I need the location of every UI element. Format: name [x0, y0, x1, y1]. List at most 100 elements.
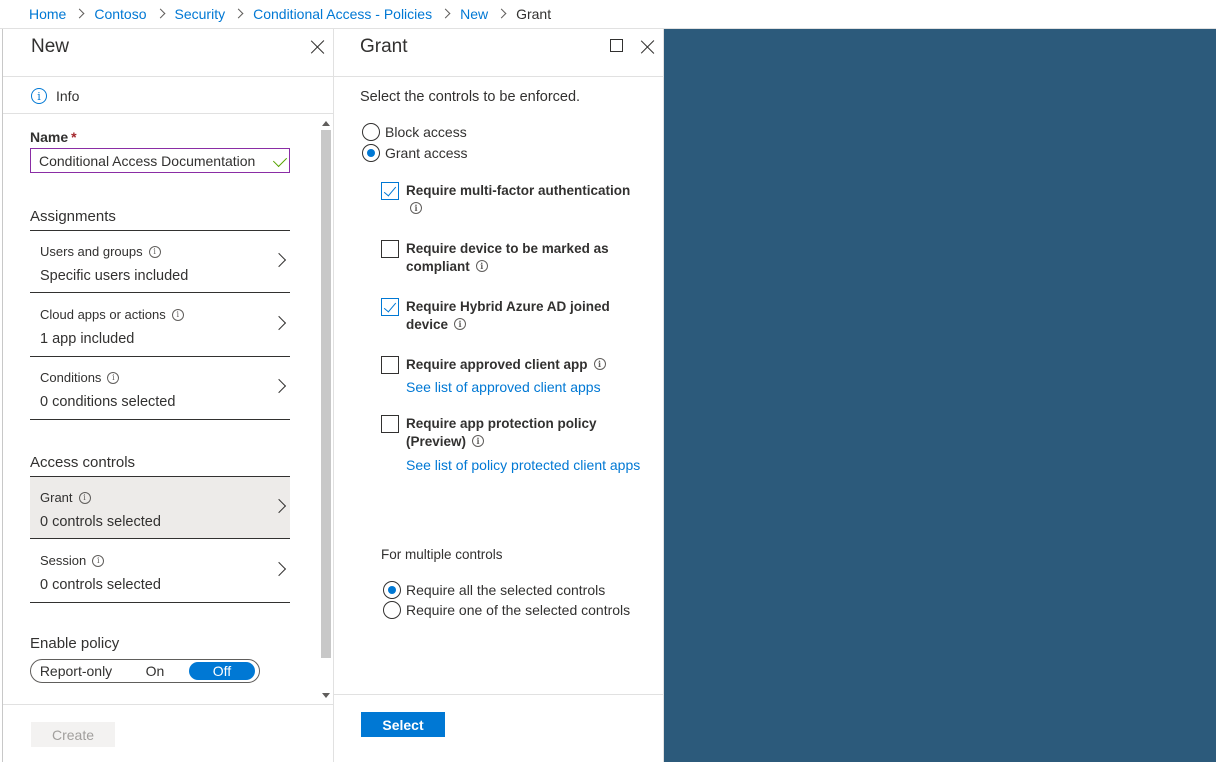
- policy-form: Name * Conditional Access Documentation A…: [3, 114, 333, 702]
- required-marker: *: [71, 129, 77, 145]
- radio-button: [362, 144, 380, 162]
- nav-item-value: 0 controls selected: [40, 514, 161, 530]
- divider: [334, 76, 664, 77]
- divider: [334, 694, 664, 695]
- radio-label: Require all the selected controls: [406, 582, 606, 598]
- hybrid-joined-checkbox-row[interactable]: Require Hybrid Azure AD joined device i: [381, 298, 651, 338]
- checkbox[interactable]: [381, 298, 399, 316]
- chevron-right-icon: [234, 7, 244, 21]
- nav-item-value: 1 app included: [40, 331, 135, 347]
- app-protection-checkbox-row[interactable]: Require app protection policy (Preview) i…: [381, 415, 651, 477]
- radio-button: [383, 601, 401, 619]
- valid-check-icon: [272, 152, 288, 168]
- info-icon: i: [475, 260, 488, 273]
- session-item[interactable]: Session i 0 controls selected: [30, 540, 290, 603]
- info-icon: i: [171, 308, 184, 321]
- chevron-right-icon: [271, 378, 287, 394]
- scroll-down-icon[interactable]: [322, 693, 330, 698]
- name-input[interactable]: Conditional Access Documentation: [30, 148, 290, 173]
- info-icon: i: [92, 554, 105, 567]
- close-icon[interactable]: [310, 39, 326, 55]
- approved-apps-link[interactable]: See list of approved client apps: [406, 379, 601, 395]
- checkbox-label: Require app protection policy (Preview) i: [406, 416, 597, 449]
- block-access-radio[interactable]: Block access: [362, 123, 467, 141]
- chevron-right-icon: [497, 7, 507, 21]
- blade-title: New: [31, 36, 70, 57]
- checkbox-label: Require Hybrid Azure AD joined device i: [406, 299, 610, 332]
- instruction-text: Select the controls to be enforced.: [360, 89, 581, 105]
- nav-item-title: Users and groups i: [40, 244, 161, 259]
- checkbox[interactable]: [381, 356, 399, 374]
- info-icon: i: [454, 318, 467, 331]
- chevron-right-icon: [271, 561, 287, 577]
- approved-app-checkbox-row[interactable]: Require approved client app i See list of…: [381, 356, 651, 400]
- breadcrumb-contoso[interactable]: Contoso: [94, 6, 146, 22]
- checkbox[interactable]: [381, 182, 399, 200]
- nav-item-title: Cloud apps or actions i: [40, 307, 184, 322]
- nav-item-value: 0 conditions selected: [40, 394, 176, 410]
- scrollbar[interactable]: [319, 114, 332, 702]
- info-icon: i: [107, 371, 120, 384]
- chevron-right-icon: [271, 498, 287, 514]
- maximize-icon[interactable]: [610, 39, 623, 52]
- checkbox[interactable]: [381, 240, 399, 258]
- checkbox-label: Require multi-factor authentication i: [406, 183, 631, 215]
- require-all-radio[interactable]: Require all the selected controls: [383, 581, 605, 599]
- checkbox[interactable]: [381, 415, 399, 433]
- nav-item-title: Grant i: [40, 490, 91, 505]
- info-link[interactable]: i Info: [31, 88, 79, 104]
- toggle-report-only[interactable]: Report-only: [31, 663, 121, 679]
- nav-item-value: Specific users included: [40, 268, 189, 284]
- create-button[interactable]: Create: [31, 722, 115, 747]
- require-one-radio[interactable]: Require one of the selected controls: [383, 601, 630, 619]
- compliant-device-checkbox-row[interactable]: Require device to be marked as compliant…: [381, 240, 651, 280]
- info-icon: i: [410, 202, 422, 215]
- chevron-right-icon: [271, 315, 287, 331]
- chevron-right-icon: [156, 7, 166, 21]
- breadcrumb-current: Grant: [516, 6, 552, 22]
- chevron-right-icon: [441, 7, 451, 21]
- nav-item-title: Session i: [40, 553, 105, 568]
- grant-access-radio[interactable]: Grant access: [362, 144, 467, 162]
- cloud-apps-item[interactable]: Cloud apps or actions i 1 app included: [30, 294, 290, 357]
- name-input-value: Conditional Access Documentation: [39, 152, 256, 169]
- conditions-item[interactable]: Conditions i 0 conditions selected: [30, 357, 290, 420]
- radio-button: [383, 581, 401, 599]
- breadcrumb-policies[interactable]: Conditional Access - Policies: [253, 6, 432, 22]
- nav-item-value: 0 controls selected: [40, 577, 161, 593]
- info-label: Info: [56, 88, 80, 104]
- breadcrumb-security[interactable]: Security: [175, 6, 226, 22]
- breadcrumb: Home Contoso Security Conditional Access…: [0, 0, 1216, 29]
- breadcrumb-new[interactable]: New: [460, 6, 488, 22]
- users-and-groups-item[interactable]: Users and groups i Specific users include…: [30, 230, 290, 293]
- radio-label: Block access: [385, 124, 467, 140]
- scroll-up-icon[interactable]: [322, 121, 330, 126]
- scrollbar-thumb[interactable]: [321, 130, 331, 658]
- mfa-checkbox-row[interactable]: Require multi-factor authentication i: [381, 182, 651, 222]
- radio-button: [362, 123, 380, 141]
- divider: [3, 76, 333, 77]
- checkbox-label: Require approved client app i: [406, 356, 646, 374]
- info-icon: i: [78, 491, 91, 504]
- toggle-off[interactable]: Off: [189, 662, 255, 680]
- assignments-label: Assignments: [30, 208, 116, 225]
- blade-title: Grant: [360, 36, 408, 57]
- info-icon: i: [31, 88, 47, 104]
- divider: [3, 704, 333, 705]
- select-button[interactable]: Select: [361, 712, 445, 737]
- info-icon: i: [593, 358, 606, 371]
- checkbox-label: Require device to be marked as compliant…: [406, 241, 609, 274]
- name-label: Name *: [30, 129, 77, 145]
- close-icon[interactable]: [640, 39, 656, 55]
- enable-policy-label: Enable policy: [30, 635, 120, 652]
- breadcrumb-home[interactable]: Home: [29, 6, 66, 22]
- multiple-controls-label: For multiple controls: [381, 547, 503, 562]
- info-icon: i: [148, 245, 161, 258]
- toggle-on[interactable]: On: [121, 663, 189, 679]
- grant-item[interactable]: Grant i 0 controls selected: [30, 476, 290, 539]
- chevron-right-icon: [75, 7, 85, 21]
- radio-label: Require one of the selected controls: [406, 602, 631, 618]
- chevron-right-icon: [271, 252, 287, 268]
- portal-background: [664, 29, 1216, 762]
- protected-apps-link[interactable]: See list of policy protected client apps: [406, 457, 640, 473]
